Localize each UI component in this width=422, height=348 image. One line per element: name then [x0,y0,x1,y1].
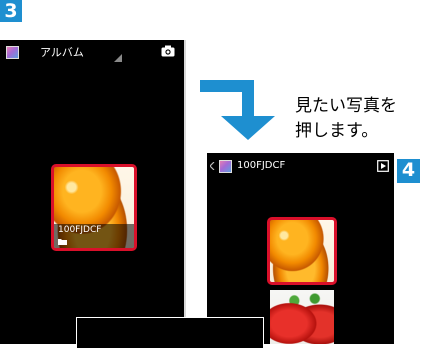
album-screen: アルバム 100FJDCF [0,40,184,344]
instruction-line-1: 見たい写真を [295,96,397,116]
folder-screen: 100FJDCF [207,153,394,344]
photo-thumbnail-oranges[interactable] [267,217,337,285]
play-box-icon[interactable] [377,160,389,172]
step-4-badge: 4 [397,159,420,183]
thumbnail-caption: 100FJDCF [54,224,134,248]
folder-title: 100FJDCF [237,160,286,171]
gallery-app-icon [219,160,232,173]
album-thumbnail-100fjdcf[interactable]: 100FJDCF [51,164,137,251]
camera-icon[interactable] [161,45,175,57]
dropdown-corner-icon[interactable] [114,54,122,62]
step-3-badge: 3 [0,0,22,22]
step-arrow-icon [200,80,275,140]
photo-thumbnail-tomatoes[interactable] [270,290,334,344]
folder-name: 100FJDCF [58,225,102,235]
instruction-text: 見たい写真を 押します。 [295,94,422,144]
instruction-line-2: 押します。 [295,121,379,141]
folder-icon [58,239,67,245]
popup-menu [76,317,264,348]
chevron-left-icon[interactable] [210,162,215,170]
album-title: アルバム [40,46,84,59]
gallery-app-icon [6,46,19,59]
